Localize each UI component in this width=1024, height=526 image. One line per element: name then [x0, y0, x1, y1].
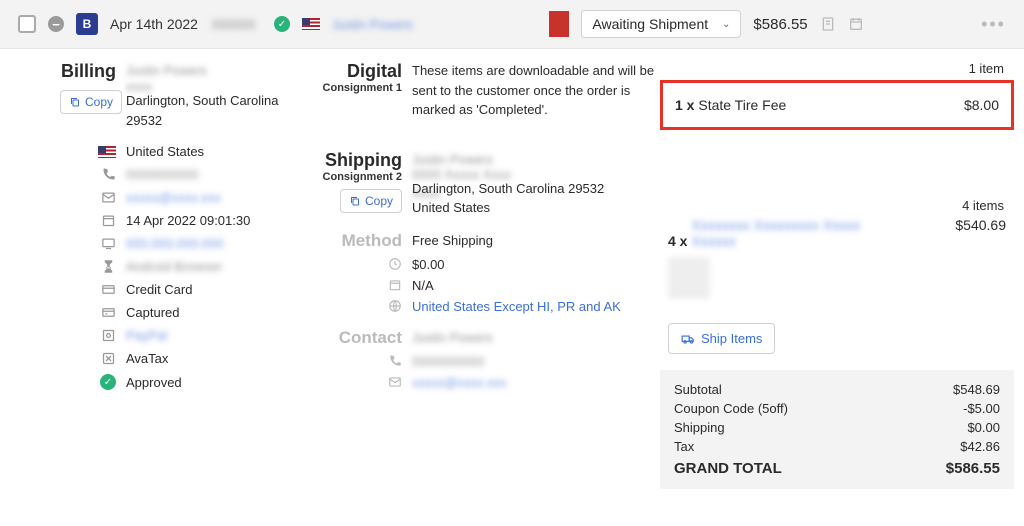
approved-icon: ✓: [100, 374, 116, 390]
copy-shipping-button[interactable]: Copy: [340, 189, 402, 213]
shipping-zone[interactable]: United States Except HI, PR and AK: [412, 299, 660, 314]
us-flag-icon: [98, 146, 116, 158]
digital-item-name: State Tire Fee: [698, 97, 786, 113]
shipping-name: Justin Powers: [412, 150, 502, 165]
status-select[interactable]: Awaiting Shipment ⌄: [581, 10, 741, 38]
shipping-method: Free Shipping: [412, 233, 660, 248]
digital-line-item: 1 x State Tire Fee $8.00: [660, 80, 1014, 130]
digital-item-count: 1 item: [660, 61, 1014, 80]
invoice-icon[interactable]: [820, 16, 836, 32]
contact-email[interactable]: xxxxx@xxxx.xxx: [412, 375, 660, 390]
ship-items-button[interactable]: Ship Items: [668, 323, 775, 354]
status-label: Awaiting Shipment: [592, 16, 708, 32]
digital-qty: 1 x: [675, 97, 694, 113]
payment-method: Credit Card: [126, 282, 192, 297]
shipping-item-count: 4 items: [660, 198, 1014, 217]
billing-email[interactable]: xxxxx@xxxx.xxx: [126, 190, 256, 205]
ship-item-price: $540.69: [955, 217, 1006, 249]
shipping-cost: $0.00: [412, 257, 660, 272]
select-checkbox[interactable]: [18, 15, 36, 33]
contact-name: Justin Powers: [412, 330, 660, 345]
shipping-address: Darlington, South Carolina 29532: [412, 179, 660, 199]
order-date: Apr 14th 2022: [110, 15, 200, 33]
billing-country: United States: [126, 144, 204, 159]
billing-device: Android Browser: [126, 259, 246, 274]
order-header: − B Apr 14th 2022 000000 ✓ Justin Powers…: [0, 0, 1024, 49]
grand-total-label: GRAND TOTAL: [674, 460, 782, 477]
more-actions[interactable]: •••: [981, 14, 1006, 35]
header-total: $586.55: [753, 16, 807, 33]
check-icon: ✓: [274, 16, 290, 32]
copy-billing-button[interactable]: Copy: [60, 90, 122, 114]
tax-label: Tax: [674, 439, 694, 454]
order-totals: Subtotal $548.69 Coupon Code (5off) -$5.00…: [660, 370, 1014, 489]
tax-provider: AvaTax: [126, 351, 168, 366]
ship-item-name[interactable]: Xxxxxxxx Xxxxxxxxx Xxxxx Xxxxxx: [691, 217, 861, 249]
order-number[interactable]: 000000: [212, 17, 262, 32]
shipping-line-item: 4 x Xxxxxxxx Xxxxxxxxx Xxxxx Xxxxxx $540…: [660, 217, 1014, 249]
coupon-label: Coupon Code (5off): [674, 401, 788, 416]
fulfillment-column: Digital Consignment 1 These items are do…: [310, 61, 660, 489]
shipping-title: Shipping: [310, 150, 402, 171]
customer-name-link[interactable]: Justin Powers: [332, 17, 432, 32]
us-flag-icon: [302, 18, 320, 30]
items-column: 1 item 1 x State Tire Fee $8.00 4 items …: [660, 61, 1024, 489]
shipping-country: United States: [412, 198, 660, 218]
product-thumbnail: [668, 257, 710, 299]
channel-icon: B: [76, 13, 98, 35]
contact-phone: 0000000000: [412, 354, 660, 369]
risk-indicator: [549, 11, 569, 37]
contact-title: Contact: [310, 328, 402, 348]
ship-qty: 4 x: [668, 233, 687, 249]
method-title: Method: [310, 231, 402, 251]
shipping-street: 0000 Xxxxx Xxxx Xxxx: [412, 165, 542, 179]
chevron-down-icon: ⌄: [722, 19, 730, 30]
payment-gateway[interactable]: PayPal: [126, 328, 186, 343]
shipping-total-value: $0.00: [967, 420, 1000, 435]
shipping-total-label: Shipping: [674, 420, 725, 435]
billing-phone: 0000000000: [126, 167, 216, 182]
billing-title: Billing: [60, 61, 116, 82]
digital-title: Digital: [310, 61, 402, 82]
tax-value: $42.86: [960, 439, 1000, 454]
approval-status: Approved: [126, 375, 182, 390]
billing-street: xxxx: [126, 77, 246, 91]
minus-icon[interactable]: −: [48, 16, 64, 32]
shipping-sub: Consignment 2: [310, 171, 402, 183]
shipping-date: N/A: [412, 278, 660, 293]
grand-total-value: $586.55: [946, 460, 1000, 477]
payment-status: Captured: [126, 305, 179, 320]
billing-ip[interactable]: 000.000.000.000: [126, 236, 216, 251]
coupon-value: -$5.00: [963, 401, 1000, 416]
subtotal-value: $548.69: [953, 382, 1000, 397]
digital-item-price: $8.00: [964, 97, 999, 113]
calendar-icon[interactable]: [848, 16, 864, 32]
subtotal-label: Subtotal: [674, 382, 722, 397]
billing-timestamp: 14 Apr 2022 09:01:30: [126, 213, 250, 228]
digital-note: These items are downloadable and will be…: [412, 61, 660, 120]
digital-sub: Consignment 1: [310, 82, 402, 94]
billing-name: Justin Powers: [126, 61, 216, 77]
billing-column: Billing Copy Justin Powers xxxx Darlingt…: [60, 61, 310, 489]
billing-address: Darlington, South Carolina 29532: [126, 91, 310, 130]
